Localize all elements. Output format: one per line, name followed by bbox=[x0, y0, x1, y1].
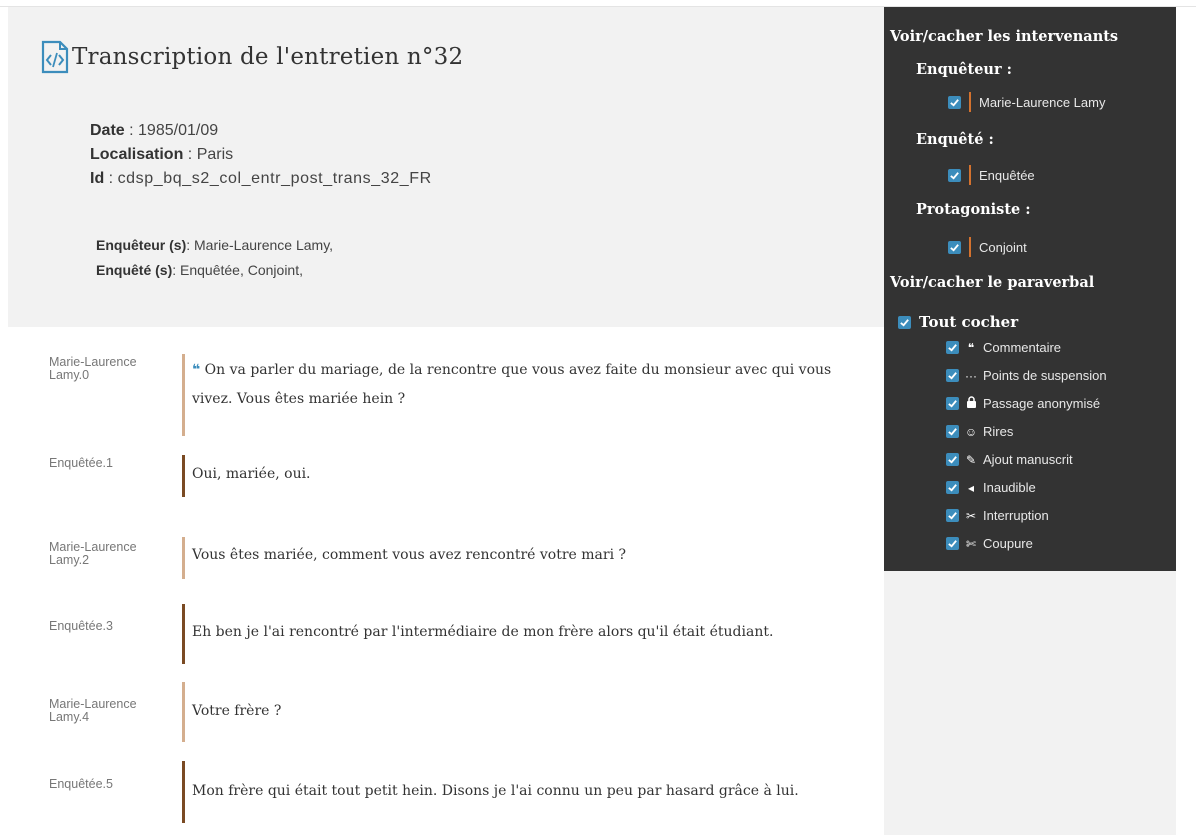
enquete-toggle[interactable]: Enquêtée bbox=[948, 165, 1035, 185]
speaker-label: Enquêtée.3 bbox=[49, 619, 113, 633]
enquete-row: Enquêté (s): Enquêtée, Conjoint, bbox=[96, 262, 303, 278]
enquete-label: Enquêté (s) bbox=[96, 262, 173, 278]
checkbox-checked[interactable] bbox=[946, 397, 959, 410]
enqueteur-value: Marie-Laurence Lamy, bbox=[194, 237, 334, 253]
paraverbal-coupure[interactable]: ✄ Coupure bbox=[946, 536, 1033, 551]
paraverbal-label: Coupure bbox=[983, 536, 1033, 551]
checkbox-checked[interactable] bbox=[946, 509, 959, 522]
speaker-label: Marie-Laurence Lamy.0 bbox=[49, 355, 137, 382]
date-value: 1985/01/09 bbox=[138, 122, 219, 139]
checkbox-checked[interactable] bbox=[948, 240, 961, 254]
cut-icon: ✄ bbox=[965, 536, 977, 551]
paraverbal-inaudible[interactable]: ◂ Inaudible bbox=[946, 480, 1036, 495]
page-title: Transcription de l'entretien n°32 bbox=[72, 44, 464, 70]
header-panel: Transcription de l'entretien n°32 Date :… bbox=[8, 7, 884, 327]
protagoniste-item-label: Conjoint bbox=[979, 239, 1027, 255]
checkbox-checked[interactable] bbox=[946, 425, 959, 438]
checkbox-checked[interactable] bbox=[948, 95, 961, 109]
interview-metadata: Date : 1985/01/09 Localisation : Paris I… bbox=[90, 119, 432, 191]
speaker-label: Marie-Laurence Lamy.4 bbox=[49, 697, 137, 724]
speaker-label: Enquêtée.1 bbox=[49, 456, 113, 470]
turn-text-content: On va parler du mariage, de la rencontre… bbox=[192, 362, 832, 407]
turn-text: Vous êtes mariée, comment vous avez renc… bbox=[192, 547, 627, 563]
speaker-bar bbox=[182, 604, 185, 664]
speaker-bar bbox=[182, 537, 185, 579]
paraverbal-label: Interruption bbox=[983, 508, 1049, 523]
paraverbal-rires[interactable]: ☺ Rires bbox=[946, 424, 1013, 439]
enquete-item-label: Enquêtée bbox=[979, 167, 1035, 183]
turn-text: Eh ben je l'ai rencontré par l'intermédi… bbox=[192, 624, 774, 640]
enqueteur-heading: Enquêteur : bbox=[916, 61, 1013, 78]
speaker-color-bar bbox=[969, 165, 971, 185]
checkbox-checked[interactable] bbox=[946, 453, 959, 466]
enqueteur-toggle[interactable]: Marie-Laurence Lamy bbox=[948, 92, 1105, 112]
code-file-icon bbox=[41, 40, 69, 74]
paraverbal-points[interactable]: ··· Points de suspension bbox=[946, 368, 1107, 383]
paraverbal-label: Rires bbox=[983, 424, 1014, 439]
speaker-label: Marie-Laurence Lamy.2 bbox=[49, 540, 137, 567]
speaker-bar bbox=[182, 682, 185, 742]
tout-cocher-label: Tout cocher bbox=[919, 313, 1019, 331]
checkbox-checked[interactable] bbox=[948, 168, 961, 182]
paraverbal-label: Passage anonymisé bbox=[983, 396, 1101, 411]
smile-icon: ☺ bbox=[964, 424, 978, 439]
date-row: Date : 1985/01/09 bbox=[90, 122, 219, 139]
top-border bbox=[0, 0, 1196, 7]
protagoniste-heading: Protagoniste : bbox=[916, 201, 1031, 218]
checkbox-checked[interactable] bbox=[898, 315, 911, 329]
enqueteur-label: Enquêteur (s) bbox=[96, 237, 187, 253]
ellipsis-icon: ··· bbox=[965, 368, 977, 383]
quote-icon: ❝ bbox=[967, 340, 975, 355]
location-value: Paris bbox=[196, 146, 234, 163]
enqueteur-row: Enquêteur (s): Marie-Laurence Lamy, bbox=[96, 237, 334, 253]
pencil-icon: ✎ bbox=[965, 452, 977, 467]
location-row: Localisation : Paris bbox=[90, 146, 234, 163]
paraverbal-label: Points de suspension bbox=[983, 368, 1107, 383]
speaker-bar bbox=[182, 455, 185, 497]
checkbox-checked[interactable] bbox=[946, 537, 959, 550]
title-row: Transcription de l'entretien n°32 bbox=[40, 40, 463, 74]
speaker-bar bbox=[182, 761, 185, 823]
turn-text: Votre frère ? bbox=[192, 703, 282, 719]
paraverbal-commentaire[interactable]: ❝ Commentaire bbox=[946, 340, 1061, 355]
participants: Enquêteur (s): Marie-Laurence Lamy, Enqu… bbox=[96, 233, 333, 283]
turn-text: ❝ On va parler du mariage, de la rencont… bbox=[192, 356, 872, 414]
paraverbal-manuscrit[interactable]: ✎ Ajout manuscrit bbox=[946, 452, 1073, 467]
speaker-color-bar bbox=[969, 237, 971, 257]
protagoniste-toggle[interactable]: Conjoint bbox=[948, 237, 1027, 257]
paraverbal-label: Commentaire bbox=[983, 340, 1062, 355]
intervenants-title: Voir/cacher les intervenants bbox=[890, 28, 1119, 45]
speaker-color-bar bbox=[969, 92, 971, 112]
checkbox-checked[interactable] bbox=[946, 341, 959, 354]
enqueteur-item-label: Marie-Laurence Lamy bbox=[979, 94, 1106, 110]
id-value: cdsp_bq_s2_col_entr_post_trans_32_FR bbox=[117, 170, 432, 187]
enquete-heading: Enquêté : bbox=[916, 131, 994, 148]
scissors-icon: ✂ bbox=[965, 508, 977, 523]
transcript: Marie-Laurence Lamy.0 ❝ On va parler du … bbox=[8, 327, 884, 835]
paraverbal-label: Ajout manuscrit bbox=[983, 452, 1073, 467]
speaker-label: Enquêtée.5 bbox=[49, 777, 113, 791]
paraverbal-anonymise[interactable]: Passage anonymisé bbox=[946, 396, 1100, 411]
speaker-bar bbox=[182, 354, 185, 436]
lock-icon bbox=[964, 396, 978, 411]
checkbox-checked[interactable] bbox=[946, 369, 959, 382]
quote-icon: ❝ bbox=[192, 362, 201, 378]
checkbox-checked[interactable] bbox=[946, 481, 959, 494]
paraverbal-label: Inaudible bbox=[983, 480, 1036, 495]
location-label: Localisation bbox=[90, 146, 184, 163]
id-row: Id : cdsp_bq_s2_col_entr_post_trans_32_F… bbox=[90, 170, 432, 187]
enquete-value: Enquêtée, Conjoint, bbox=[180, 262, 303, 278]
turn-text: Mon frère qui était tout petit hein. Dis… bbox=[192, 783, 799, 799]
tout-cocher-toggle[interactable]: Tout cocher bbox=[898, 313, 1018, 331]
id-label: Id bbox=[90, 170, 105, 187]
paraverbal-interruption[interactable]: ✂ Interruption bbox=[946, 508, 1049, 523]
paraverbal-title: Voir/cacher le paraverbal bbox=[890, 274, 1095, 291]
volume-icon: ◂ bbox=[967, 480, 975, 495]
turn-text: Oui, mariée, oui. bbox=[192, 466, 311, 482]
sidebar-background bbox=[884, 571, 1176, 835]
date-label: Date bbox=[90, 122, 125, 139]
